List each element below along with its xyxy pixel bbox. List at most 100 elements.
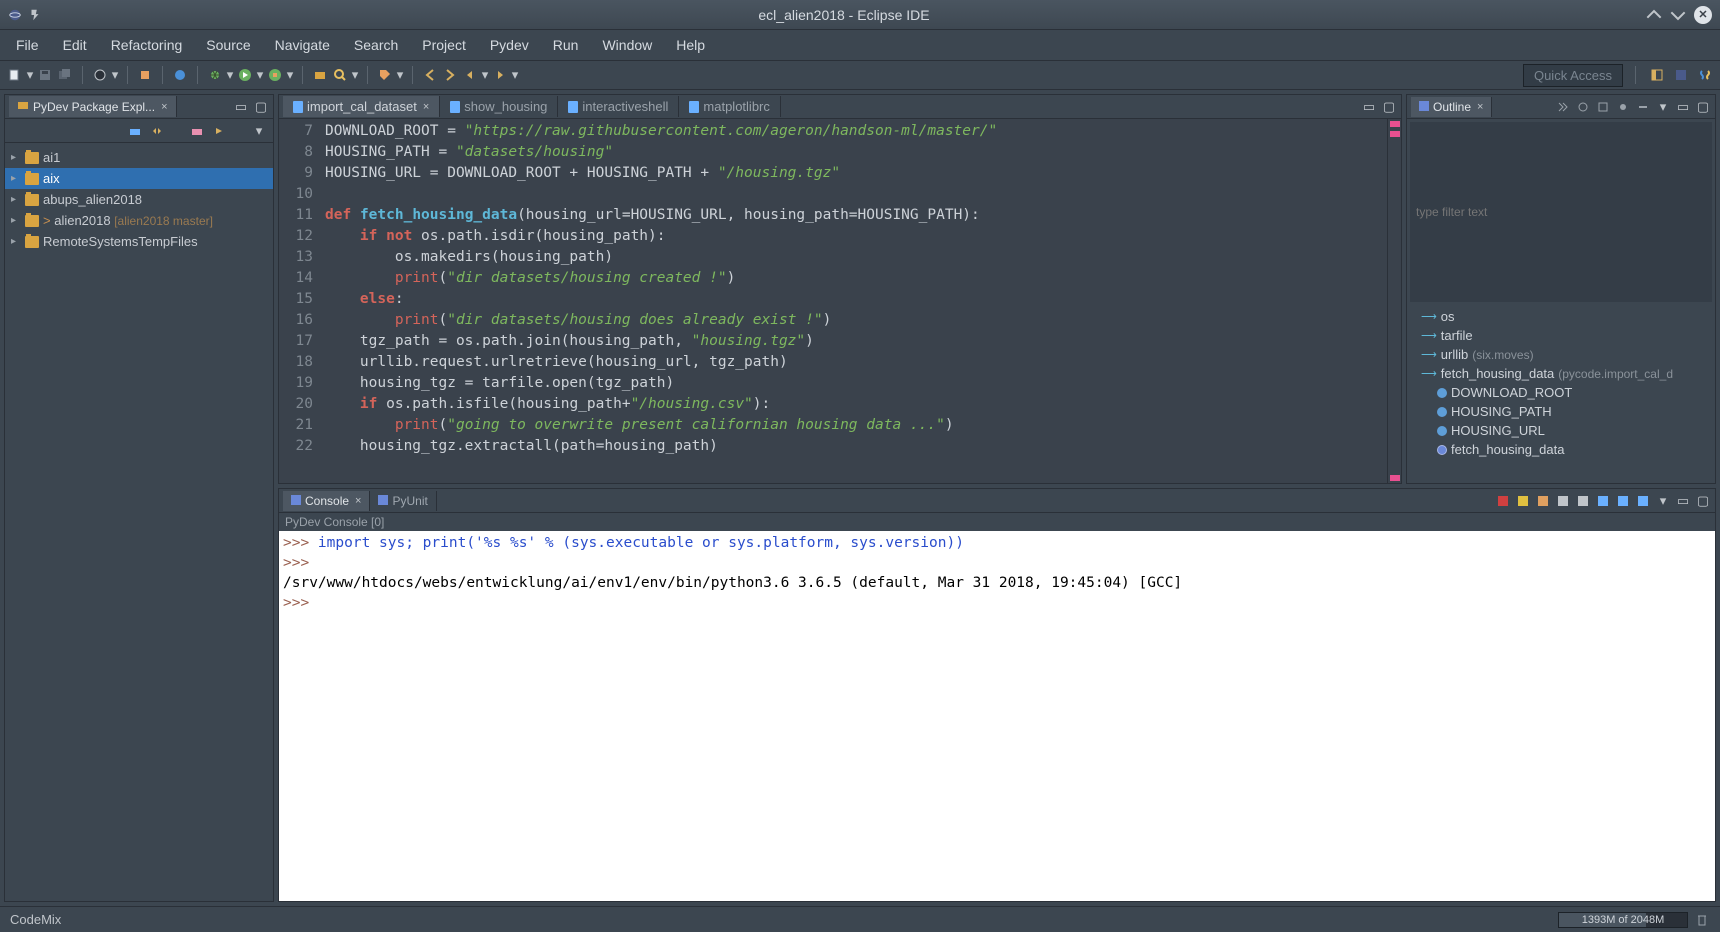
maximize-panel-icon[interactable]: ▢: [253, 99, 269, 115]
editor-tab[interactable]: import_cal_dataset×: [283, 96, 440, 117]
outline-item[interactable]: ⟶os: [1407, 307, 1715, 326]
pin-console-button[interactable]: [1595, 493, 1611, 509]
code-line[interactable]: HOUSING_URL = DOWNLOAD_ROOT + HOUSING_PA…: [321, 163, 1387, 184]
code-line[interactable]: os.makedirs(housing_path): [321, 247, 1387, 268]
minimize-button[interactable]: [1646, 7, 1662, 23]
code-area[interactable]: DOWNLOAD_ROOT = "https://raw.githubuserc…: [321, 119, 1387, 483]
menu-pydev[interactable]: Pydev: [482, 32, 537, 58]
minimize-panel-icon[interactable]: ▭: [233, 99, 249, 115]
open-console-button[interactable]: [1635, 493, 1651, 509]
project-item[interactable]: ▸> alien2018 [alien2018 master]: [5, 210, 273, 231]
overview-mark[interactable]: [1390, 475, 1400, 481]
menu-source[interactable]: Source: [198, 32, 258, 58]
maximize-panel-icon[interactable]: ▢: [1695, 493, 1711, 509]
menu-project[interactable]: Project: [414, 32, 474, 58]
code-line[interactable]: def fetch_housing_data(housing_url=HOUSI…: [321, 205, 1387, 226]
java-perspective-button[interactable]: [1672, 66, 1690, 84]
editor-tab[interactable]: interactiveshell: [558, 96, 679, 117]
remove-launch-button[interactable]: [1515, 493, 1531, 509]
code-line[interactable]: tgz_path = os.path.join(housing_path, "h…: [321, 331, 1387, 352]
code-line[interactable]: housing_tgz.extractall(path=housing_path…: [321, 436, 1387, 457]
link-editor-icon[interactable]: [149, 123, 165, 139]
menu-file[interactable]: File: [8, 32, 47, 58]
expand-toggle-icon[interactable]: ▸: [11, 236, 21, 247]
hide-local-icon[interactable]: [1635, 99, 1651, 115]
filter-icon[interactable]: [189, 123, 205, 139]
outline-filter-input[interactable]: [1410, 122, 1712, 302]
minimize-panel-icon[interactable]: ▭: [1675, 99, 1691, 115]
perspective-button[interactable]: [91, 66, 109, 84]
remove-all-button[interactable]: [1535, 493, 1551, 509]
maximize-button[interactable]: [1670, 7, 1686, 23]
terminate-button[interactable]: [1495, 493, 1511, 509]
view-menu-icon[interactable]: ▾: [251, 123, 267, 139]
code-line[interactable]: [321, 184, 1387, 205]
outline-item[interactable]: DOWNLOAD_ROOT: [1407, 383, 1715, 402]
minimize-panel-icon[interactable]: ▭: [1361, 99, 1377, 115]
maximize-panel-icon[interactable]: ▢: [1695, 99, 1711, 115]
code-line[interactable]: print("dir datasets/housing created !"): [321, 268, 1387, 289]
editor-tab[interactable]: show_housing: [440, 96, 558, 117]
menu-navigate[interactable]: Navigate: [267, 32, 338, 58]
expand-toggle-icon[interactable]: ▸: [11, 152, 21, 163]
expand-toggle-icon[interactable]: ▸: [11, 215, 21, 226]
menu-edit[interactable]: Edit: [55, 32, 95, 58]
console-tab[interactable]: Console×: [283, 491, 370, 511]
view-menu-icon[interactable]: ▾: [1655, 99, 1671, 115]
heap-status[interactable]: 1393M of 2048M: [1558, 912, 1688, 928]
menu-run[interactable]: Run: [545, 32, 587, 58]
project-item[interactable]: ▸RemoteSystemsTempFiles: [5, 231, 273, 252]
console-tab[interactable]: PyUnit: [370, 491, 436, 511]
project-item[interactable]: ▸ai1: [5, 147, 273, 168]
close-tab-icon[interactable]: ×: [1477, 101, 1483, 113]
overview-mark[interactable]: [1390, 131, 1400, 137]
next-edit-button[interactable]: [441, 66, 459, 84]
close-tab-icon[interactable]: ×: [355, 495, 361, 507]
run-button[interactable]: [236, 66, 254, 84]
clear-console-button[interactable]: [1555, 493, 1571, 509]
outline-item[interactable]: HOUSING_URL: [1407, 421, 1715, 440]
hide-nonpublic-icon[interactable]: [1615, 99, 1631, 115]
toggle-button[interactable]: [136, 66, 154, 84]
project-item[interactable]: ▸abups_alien2018: [5, 189, 273, 210]
editor-tab[interactable]: matplotlibrc: [679, 96, 780, 117]
outline-tab[interactable]: Outline ×: [1411, 97, 1492, 117]
outline-item[interactable]: ⟶fetch_housing_data (pycode.import_cal_d: [1407, 364, 1715, 383]
outline-item[interactable]: ⟶urllib (six.moves): [1407, 345, 1715, 364]
expand-toggle-icon[interactable]: ▸: [11, 194, 21, 205]
display-selected-button[interactable]: [1615, 493, 1631, 509]
hide-fields-icon[interactable]: [1575, 99, 1591, 115]
gc-button[interactable]: [1694, 912, 1710, 928]
hide-static-icon[interactable]: [1595, 99, 1611, 115]
expand-toggle-icon[interactable]: ▸: [11, 173, 21, 184]
prev-edit-button[interactable]: [421, 66, 439, 84]
project-item[interactable]: ▸aix: [5, 168, 273, 189]
code-line[interactable]: if not os.path.isdir(housing_path):: [321, 226, 1387, 247]
menu-refactoring[interactable]: Refactoring: [103, 32, 191, 58]
menu-search[interactable]: Search: [346, 32, 406, 58]
code-line[interactable]: else:: [321, 289, 1387, 310]
search-button[interactable]: [331, 66, 349, 84]
outline-item[interactable]: HOUSING_PATH: [1407, 402, 1715, 421]
code-line[interactable]: print("dir datasets/housing does already…: [321, 310, 1387, 331]
save-button[interactable]: [36, 66, 54, 84]
project-tree[interactable]: ▸ai1▸aix▸abups_alien2018▸> alien2018 [al…: [5, 143, 273, 901]
coverage-button[interactable]: [266, 66, 284, 84]
maximize-panel-icon[interactable]: ▢: [1381, 99, 1397, 115]
outline-item[interactable]: fetch_housing_data: [1407, 440, 1715, 459]
forward-icon[interactable]: [211, 123, 227, 139]
overview-mark[interactable]: [1390, 121, 1400, 127]
code-line[interactable]: housing_tgz = tarfile.open(tgz_path): [321, 373, 1387, 394]
package-explorer-tab[interactable]: PyDev Package Expl... ×: [9, 96, 177, 117]
console-output[interactable]: >>> import sys; print('%s %s' % (sys.exe…: [279, 531, 1715, 901]
menu-window[interactable]: Window: [594, 32, 660, 58]
menu-help[interactable]: Help: [668, 32, 713, 58]
outline-tree[interactable]: ⟶os⟶tarfile⟶urllib (six.moves)⟶fetch_hou…: [1407, 305, 1715, 483]
close-button[interactable]: ✕: [1694, 6, 1712, 24]
code-line[interactable]: urllib.request.urlretrieve(housing_url, …: [321, 352, 1387, 373]
outline-item[interactable]: ⟶tarfile: [1407, 326, 1715, 345]
code-line[interactable]: print("going to overwrite present califo…: [321, 415, 1387, 436]
debug-button[interactable]: [206, 66, 224, 84]
tag-button[interactable]: [376, 66, 394, 84]
skip-breakpoints-button[interactable]: [171, 66, 189, 84]
